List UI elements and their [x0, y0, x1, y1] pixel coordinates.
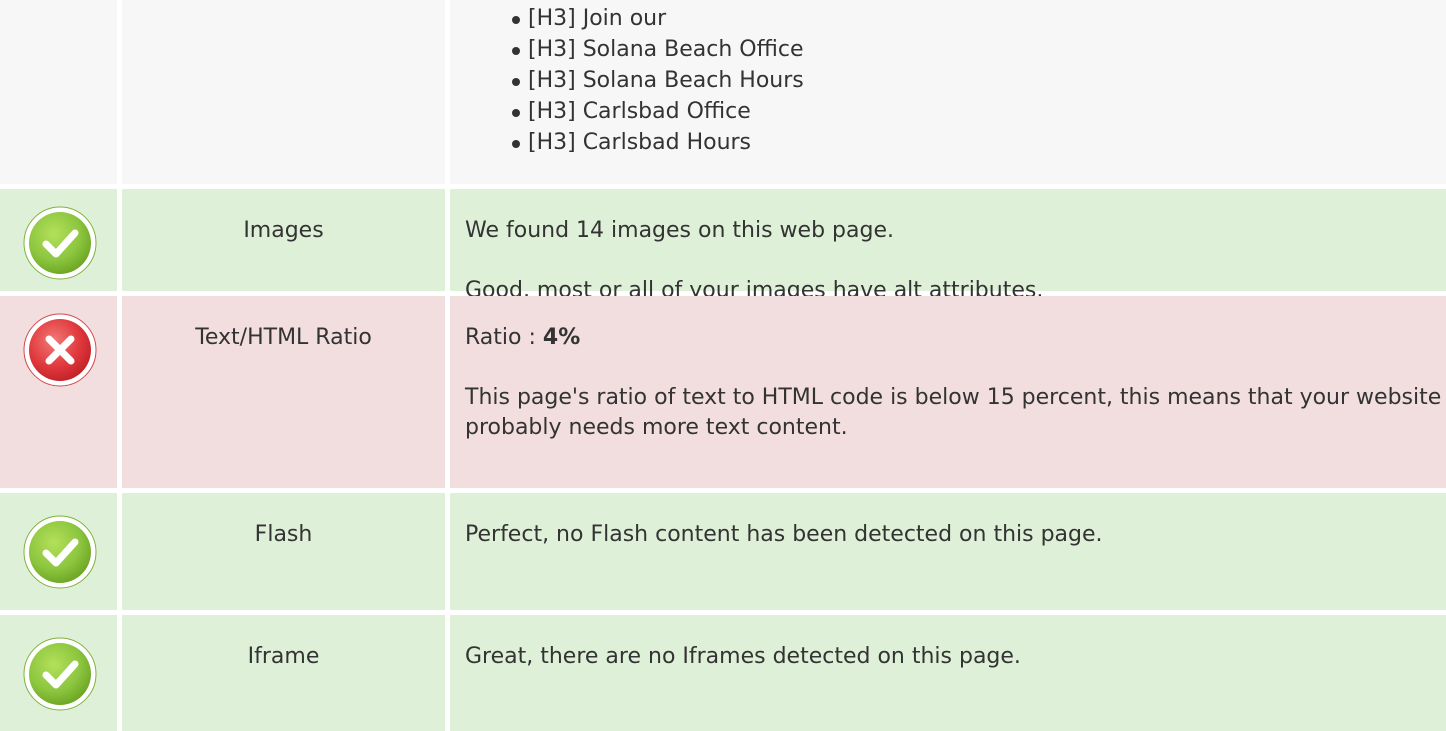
row-label: Images: [243, 218, 324, 243]
x-circle-icon: [23, 313, 97, 387]
content-cell: Ratio : 4% This page's ratio of text to …: [450, 296, 1446, 488]
images-row: Images We found 14 images on this web pa…: [0, 189, 1446, 303]
list-item: [H3] Solana Beach Hours: [512, 65, 804, 96]
list-item: [H3] Carlsbad Hours: [512, 127, 804, 158]
iframe-row: Iframe Great, there are no Iframes detec…: [0, 615, 1446, 731]
label-cell: Text/HTML Ratio: [122, 296, 445, 488]
headings-list: [H3] Join our [H3] Solana Beach Office […: [512, 3, 804, 158]
label-cell: [122, 0, 445, 184]
icon-cell: [0, 296, 117, 488]
label-cell: Flash: [122, 493, 445, 610]
icon-cell: [0, 493, 117, 610]
label-cell: Iframe: [122, 615, 445, 731]
ratio-value-line: Ratio : 4%: [465, 323, 1446, 353]
ratio-row: Text/HTML Ratio Ratio : 4% This page's r…: [0, 296, 1446, 488]
icon-cell: [0, 189, 117, 291]
check-circle-icon: [23, 637, 97, 711]
label-cell: Images: [122, 189, 445, 291]
list-item: [H3] Solana Beach Office: [512, 34, 804, 65]
row-label: Text/HTML Ratio: [195, 325, 372, 350]
ratio-value: 4%: [542, 325, 581, 350]
list-item: [H3] Carlsbad Office: [512, 96, 804, 127]
ratio-prefix: Ratio :: [465, 325, 543, 350]
content-cell: Perfect, no Flash content has been detec…: [450, 493, 1446, 610]
iframe-status-text: Great, there are no Iframes detected on …: [465, 644, 1021, 669]
row-label: Flash: [254, 522, 313, 547]
check-circle-icon: [23, 206, 97, 280]
images-count-text: We found 14 images on this web page.: [465, 218, 894, 243]
list-item: [H3] Join our: [512, 3, 804, 34]
headings-row: [H3] Join our [H3] Solana Beach Office […: [0, 0, 1446, 184]
content-cell: Great, there are no Iframes detected on …: [450, 615, 1446, 731]
row-label: Iframe: [247, 644, 320, 669]
icon-cell: [0, 0, 117, 184]
icon-cell: [0, 615, 117, 731]
ratio-advice-text: This page's ratio of text to HTML code i…: [465, 385, 1442, 440]
check-circle-icon: [23, 515, 97, 589]
flash-status-text: Perfect, no Flash content has been detec…: [465, 522, 1103, 547]
content-cell: We found 14 images on this web page. Goo…: [450, 189, 1446, 303]
flash-row: Flash Perfect, no Flash content has been…: [0, 493, 1446, 610]
